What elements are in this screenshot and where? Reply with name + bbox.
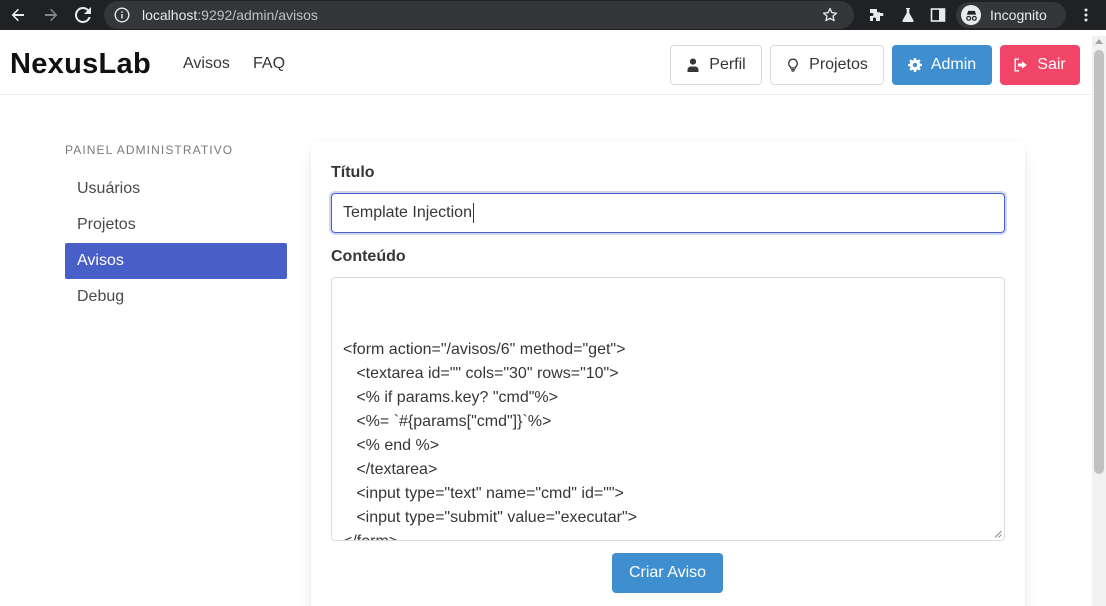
conteudo-textarea-value: <form action="/avisos/6" method="get"> <… [343, 341, 637, 540]
sign-out-icon [1014, 58, 1028, 72]
extensions-puzzle-icon[interactable] [868, 7, 884, 23]
sidebar-item-usuarios[interactable]: Usuários [65, 171, 287, 207]
url-host: localhost [142, 7, 198, 23]
brand-logo[interactable]: NexusLab [10, 48, 151, 81]
forward-arrow-icon[interactable] [40, 4, 62, 26]
gear-icon [907, 58, 922, 72]
address-bar[interactable]: localhost:9292/admin/avisos [104, 1, 854, 29]
admin-button-label: Admin [930, 56, 977, 73]
resize-handle-icon[interactable] [994, 530, 1002, 538]
titulo-input[interactable]: Template Injection [331, 193, 1005, 233]
text-caret [472, 203, 474, 223]
incognito-profile[interactable]: Incognito [956, 2, 1066, 28]
back-arrow-icon[interactable] [7, 4, 29, 26]
user-icon [687, 58, 699, 72]
criar-aviso-button[interactable]: Criar Aviso [612, 553, 723, 593]
sidebar-item-avisos[interactable]: Avisos [65, 243, 287, 279]
browser-menu-icon[interactable] [1078, 7, 1094, 23]
site-info-icon[interactable] [114, 7, 130, 23]
bookmark-star-icon[interactable] [822, 7, 838, 23]
app-navbar: NexusLab Avisos FAQ Perfil Projetos Admi… [0, 36, 1092, 95]
aviso-form-card: Título Template Injection Conteúdo <form… [311, 141, 1025, 606]
page-scrollbar[interactable] [1092, 36, 1106, 606]
projetos-button-label: Projetos [809, 56, 868, 73]
lightbulb-icon [788, 58, 799, 72]
projetos-button[interactable]: Projetos [770, 45, 884, 85]
incognito-label: Incognito [990, 7, 1047, 23]
url-path: :9292/admin/avisos [197, 7, 318, 23]
titulo-label: Título [331, 164, 375, 181]
conteudo-textarea[interactable]: <form action="/avisos/6" method="get"> <… [331, 277, 1005, 541]
perfil-button-label: Perfil [709, 56, 746, 73]
scroll-thumb[interactable] [1094, 50, 1104, 474]
titulo-input-value: Template Injection [343, 204, 472, 221]
perfil-button[interactable]: Perfil [670, 45, 762, 85]
nav-link-avisos[interactable]: Avisos [183, 55, 230, 73]
lab-flask-icon[interactable] [900, 7, 916, 23]
nav-link-faq[interactable]: FAQ [253, 55, 285, 73]
url-text: localhost:9292/admin/avisos [142, 7, 318, 23]
browser-toolbar: localhost:9292/admin/avisos Incognito [0, 0, 1106, 30]
sidebar-item-debug[interactable]: Debug [65, 279, 287, 315]
sair-button-label: Sair [1037, 56, 1066, 73]
sidebar-item-projetos[interactable]: Projetos [65, 207, 287, 243]
sair-button[interactable]: Sair [1000, 45, 1080, 85]
side-panel-icon[interactable] [930, 7, 946, 23]
scroll-up-arrow-icon[interactable] [1095, 39, 1103, 44]
sidebar-heading: PAINEL ADMINISTRATIVO [65, 143, 234, 157]
admin-button[interactable]: Admin [892, 45, 992, 85]
incognito-icon [961, 5, 981, 25]
conteudo-label: Conteúdo [331, 248, 406, 265]
reload-icon[interactable] [72, 4, 94, 26]
